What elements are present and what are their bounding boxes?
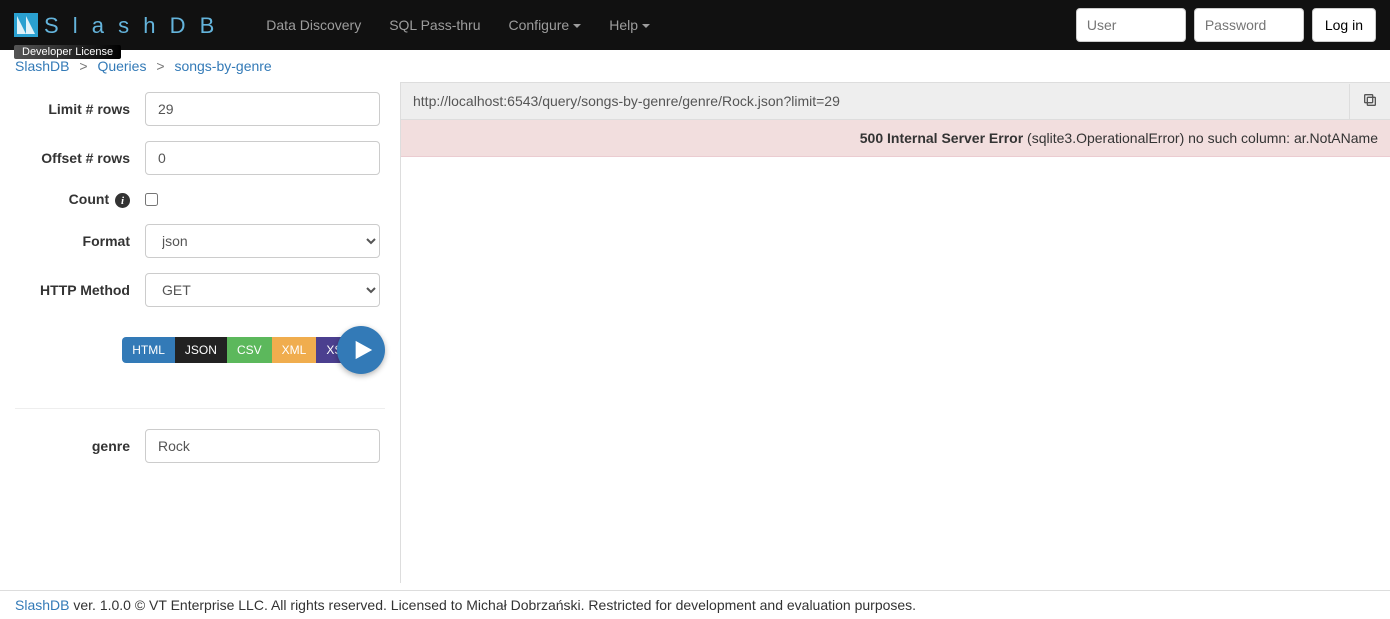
license-badge: Developer License <box>14 45 121 59</box>
footer: SlashDB ver. 1.0.0 © VT Enterprise LLC. … <box>0 590 1390 619</box>
layout: Limit # rows Offset # rows Count i Forma… <box>0 82 1390 583</box>
row-count: Count i <box>15 190 385 209</box>
url-text: http://localhost:6543/query/songs-by-gen… <box>401 83 1349 119</box>
chevron-down-icon <box>573 24 581 28</box>
genre-label: genre <box>15 438 145 454</box>
row-format: Format json <box>15 224 385 258</box>
footer-brand-link[interactable]: SlashDB <box>15 597 69 613</box>
offset-label: Offset # rows <box>15 150 145 166</box>
row-offset: Offset # rows <box>15 141 385 175</box>
sidebar: Limit # rows Offset # rows Count i Forma… <box>0 82 400 583</box>
divider <box>15 408 385 409</box>
copy-button[interactable] <box>1349 84 1390 119</box>
content: http://localhost:6543/query/songs-by-gen… <box>400 82 1390 583</box>
count-label-text: Count <box>69 191 109 207</box>
error-bar: 500 Internal Server Error (sqlite3.Opera… <box>401 120 1390 157</box>
nav-sql-passthru[interactable]: SQL Pass-thru <box>375 2 494 48</box>
limit-input[interactable] <box>145 92 380 126</box>
fmt-xml-button[interactable]: XML <box>272 337 317 363</box>
format-select[interactable]: json <box>145 224 380 258</box>
error-title: 500 Internal Server Error <box>860 130 1023 146</box>
limit-label: Limit # rows <box>15 101 145 117</box>
row-genre: genre <box>15 429 385 463</box>
nav-help[interactable]: Help <box>595 2 664 48</box>
url-bar: http://localhost:6543/query/songs-by-gen… <box>401 83 1390 120</box>
http-method-label: HTTP Method <box>15 282 145 298</box>
password-input[interactable] <box>1194 8 1304 42</box>
row-limit: Limit # rows <box>15 92 385 126</box>
count-checkbox[interactable] <box>145 193 158 206</box>
breadcrumb-sep: > <box>73 58 93 74</box>
user-input[interactable] <box>1076 8 1186 42</box>
breadcrumb-current[interactable]: songs-by-genre <box>174 58 271 74</box>
breadcrumb: SlashDB > Queries > songs-by-genre <box>0 50 1390 82</box>
format-group: HTML JSON CSV XML XSD <box>122 337 361 363</box>
copy-icon <box>1362 92 1378 108</box>
fmt-html-button[interactable]: HTML <box>122 337 175 363</box>
nav-configure-label: Configure <box>509 17 570 33</box>
format-group-row: HTML JSON CSV XML XSD <box>15 322 385 378</box>
nav-data-discovery[interactable]: Data Discovery <box>252 2 375 48</box>
genre-input[interactable] <box>145 429 380 463</box>
format-label: Format <box>15 233 145 249</box>
navbar: S l a s h D B Developer License Data Dis… <box>0 0 1390 50</box>
brand[interactable]: S l a s h D B Developer License <box>0 11 232 39</box>
breadcrumb-root[interactable]: SlashDB <box>15 58 69 74</box>
footer-text: ver. 1.0.0 © VT Enterprise LLC. All righ… <box>69 597 916 613</box>
nav-help-label: Help <box>609 17 638 33</box>
breadcrumb-sep: > <box>150 58 170 74</box>
row-http-method: HTTP Method GET <box>15 273 385 307</box>
nav-configure[interactable]: Configure <box>495 2 596 48</box>
info-icon[interactable]: i <box>115 193 130 208</box>
nav-links: Data Discovery SQL Pass-thru Configure H… <box>252 2 664 48</box>
chevron-down-icon <box>642 24 650 28</box>
play-icon <box>352 339 374 361</box>
breadcrumb-queries[interactable]: Queries <box>97 58 146 74</box>
fmt-csv-button[interactable]: CSV <box>227 337 272 363</box>
count-label: Count i <box>15 191 145 209</box>
execute-button[interactable] <box>337 326 385 374</box>
brand-logo-icon <box>14 13 38 37</box>
offset-input[interactable] <box>145 141 380 175</box>
login-button[interactable]: Log in <box>1312 8 1376 42</box>
brand-text: S l a s h D B <box>44 13 218 39</box>
nav-right: Log in <box>1076 8 1390 42</box>
http-method-select[interactable]: GET <box>145 273 380 307</box>
error-detail: (sqlite3.OperationalError) no such colum… <box>1023 130 1378 146</box>
fmt-json-button[interactable]: JSON <box>175 337 227 363</box>
